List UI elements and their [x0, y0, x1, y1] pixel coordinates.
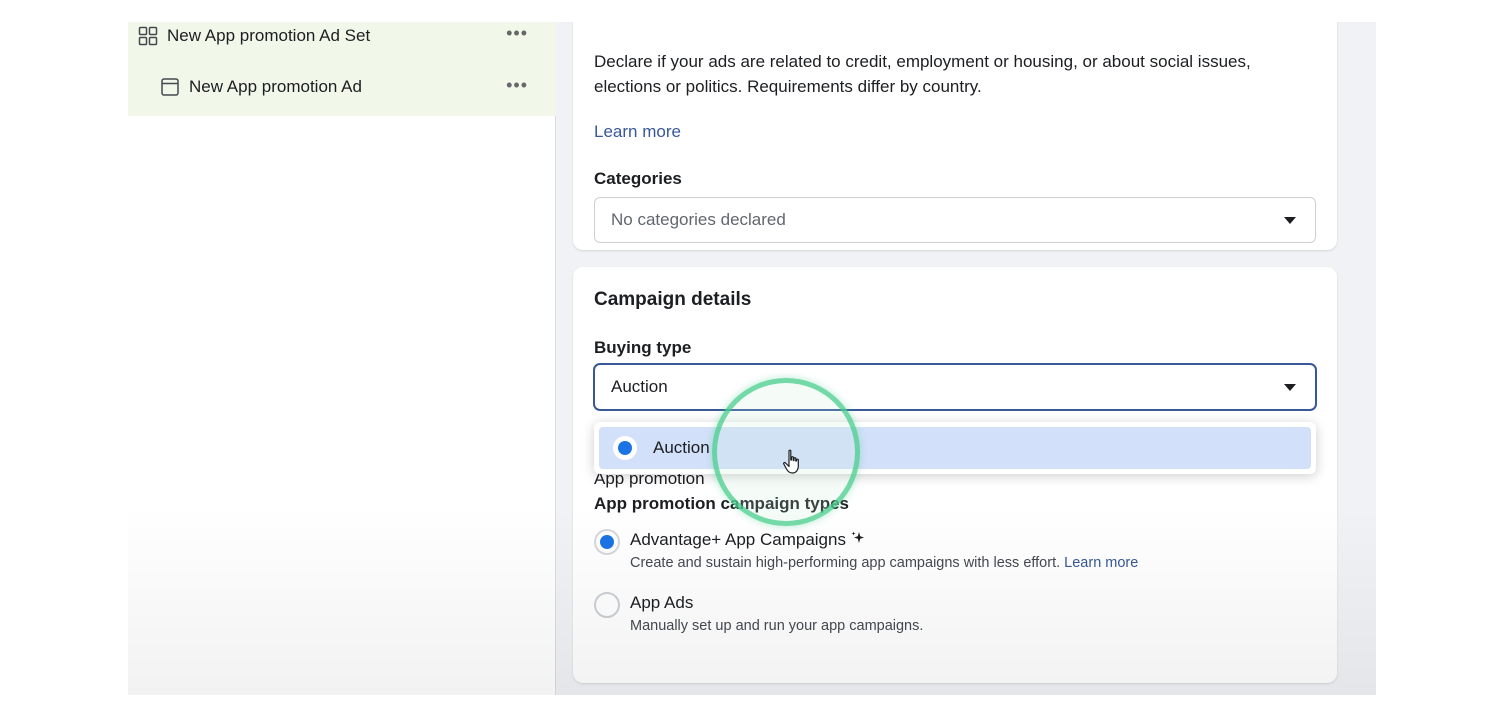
buying-type-value: Auction	[611, 377, 668, 396]
grid-icon	[138, 26, 158, 46]
campaign-details-card: Campaign details Buying type Auction App…	[573, 267, 1337, 683]
buying-type-label: Buying type	[594, 338, 692, 357]
caret-down-icon	[1284, 384, 1296, 391]
option-advantage-plus[interactable]: Advantage+ App Campaigns Create and sust…	[594, 529, 1138, 571]
caret-down-icon	[1284, 217, 1296, 224]
ads-manager-window: New App promotion Ad Set ••• New App pro…	[128, 22, 1376, 695]
ad-label: New App promotion Ad	[189, 77, 362, 96]
window-icon	[160, 77, 180, 97]
radio-selected-icon	[613, 436, 637, 460]
ad-set-label: New App promotion Ad Set	[167, 26, 371, 45]
option-app-ads[interactable]: App Ads Manually set up and run your app…	[594, 592, 923, 634]
hand-cursor-icon	[782, 449, 804, 475]
more-options-icon[interactable]: •••	[506, 75, 528, 96]
option-description: Create and sustain high-performing app c…	[630, 555, 1061, 571]
sparkle-icon	[851, 531, 865, 549]
radio-app-ads[interactable]	[594, 592, 620, 618]
campaign-details-title: Campaign details	[594, 289, 752, 310]
dropdown-option-auction[interactable]: Auction	[599, 427, 1311, 469]
categories-select[interactable]: No categories declared	[594, 197, 1316, 243]
special-categories-description: Declare if your ads are related to credi…	[594, 52, 1251, 96]
categories-value: No categories declared	[611, 210, 786, 229]
campaign-tree-panel: New App promotion Ad Set ••• New App pro…	[128, 22, 556, 695]
learn-more-link[interactable]: Learn more	[1064, 555, 1138, 571]
tree-item-ad[interactable]: New App promotion Ad •••	[128, 58, 556, 116]
more-options-icon[interactable]: •••	[506, 23, 528, 44]
tree-item-ad-set[interactable]: New App promotion Ad Set •••	[128, 22, 556, 58]
special-ad-categories-card: Declare if your ads are related to credi…	[573, 22, 1337, 250]
buying-type-select[interactable]: Auction	[594, 364, 1316, 410]
option-description: Manually set up and run your app campaig…	[630, 618, 924, 634]
categories-label: Categories	[594, 169, 682, 188]
radio-advantage-plus[interactable]	[594, 529, 620, 555]
dropdown-option-label: Auction	[653, 438, 710, 457]
option-title: App Ads	[630, 593, 694, 612]
learn-more-link[interactable]: Learn more	[594, 122, 681, 142]
option-title: Advantage+ App Campaigns	[630, 530, 846, 549]
buying-type-dropdown-menu: Auction	[594, 422, 1316, 474]
